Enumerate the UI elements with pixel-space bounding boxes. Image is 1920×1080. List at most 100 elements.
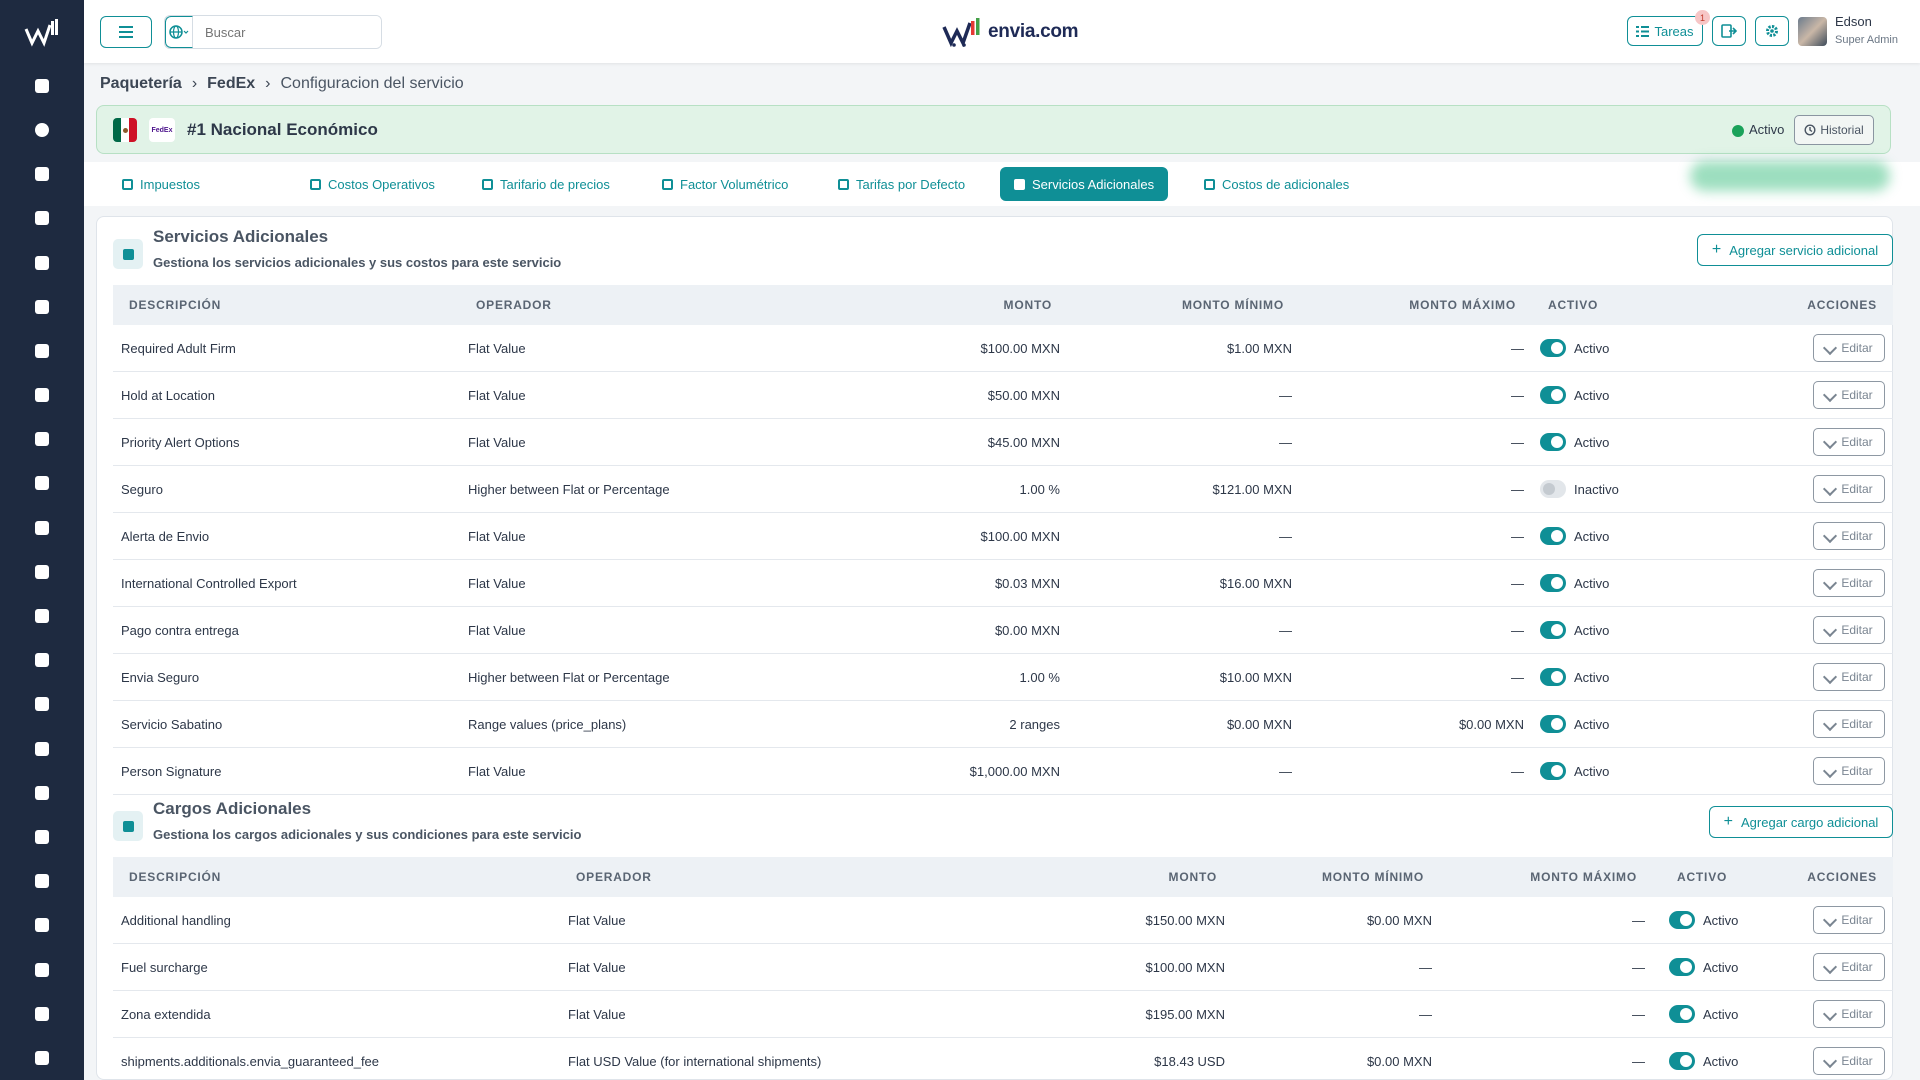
active-label: Inactivo	[1574, 481, 1619, 497]
cell-actions: Editar	[1783, 897, 1893, 944]
sidebar-item[interactable]	[0, 329, 84, 373]
sidebar-item[interactable]	[0, 285, 84, 329]
sidebar-item[interactable]	[0, 152, 84, 196]
cell-max-amount: —	[1511, 528, 1524, 544]
sidebar-item[interactable]	[0, 947, 84, 991]
cell-description: Envia Seguro	[121, 669, 200, 685]
active-toggle[interactable]	[1540, 386, 1566, 404]
tab-impuestos[interactable]: Impuestos	[108, 167, 214, 201]
logout-button[interactable]	[1712, 16, 1746, 46]
edit-button[interactable]: Editar	[1813, 1000, 1885, 1028]
blurred-region	[1690, 161, 1890, 191]
breadcrumb-current: Configuracion del servicio	[280, 75, 464, 92]
brand-logo[interactable]: envia.com	[942, 14, 1079, 50]
tab-servicios-adicionales[interactable]: Servicios Adicionales	[1000, 167, 1169, 201]
cell-operator: Flat USD Value (for international shipme…	[568, 1053, 822, 1069]
edit-button[interactable]: Editar	[1813, 475, 1885, 503]
cell-operator: Higher between Flat or Percentage	[468, 481, 670, 497]
user-name[interactable]: Edson	[1835, 14, 1872, 29]
tab-tarifario[interactable]: Tarifario de precios	[468, 167, 624, 201]
active-toggle[interactable]	[1540, 574, 1566, 592]
sidebar-item[interactable]	[0, 64, 84, 108]
money-icon	[35, 343, 49, 358]
tab-factor-volumetrico[interactable]: Factor Volumétrico	[648, 167, 802, 201]
breadcrumb-fedex[interactable]: FedEx	[207, 75, 255, 93]
mexico-flag-icon	[113, 118, 137, 142]
active-toggle[interactable]	[1540, 480, 1566, 498]
sidebar-item[interactable]	[0, 1036, 84, 1080]
sidebar-item[interactable]	[0, 992, 84, 1036]
edit-button[interactable]: Editar	[1813, 663, 1885, 691]
edit-button[interactable]: Editar	[1813, 569, 1885, 597]
edit-button[interactable]: Editar	[1813, 757, 1885, 785]
active-toggle[interactable]	[1540, 339, 1566, 357]
sidebar-item[interactable]	[0, 196, 84, 240]
sidebar-item[interactable]	[0, 550, 84, 594]
brand-text: envia.com	[988, 21, 1079, 42]
add-service-button[interactable]: + Agregar servicio adicional	[1697, 234, 1893, 266]
pencil-icon	[1823, 912, 1838, 928]
pencil-icon	[1823, 575, 1838, 591]
cell-min-amount: —	[1279, 763, 1292, 779]
sidebar-item[interactable]	[0, 638, 84, 682]
coins-icon	[310, 178, 321, 190]
edit-button[interactable]: Editar	[1813, 953, 1885, 981]
edit-button[interactable]: Editar	[1813, 616, 1885, 644]
tasks-button[interactable]: Tareas	[1627, 16, 1703, 46]
sidebar-item[interactable]	[0, 108, 84, 152]
edit-button[interactable]: Editar	[1813, 1047, 1885, 1075]
active-toggle[interactable]	[1540, 621, 1566, 639]
cell-operator: Flat Value	[568, 1006, 626, 1022]
active-toggle[interactable]	[1669, 1052, 1695, 1070]
cell-description: shipments.additionals.envia_guaranteed_f…	[121, 1053, 380, 1069]
tab-costos-adicionales[interactable]: Costos de adicionales	[1190, 167, 1363, 201]
tab-tarifas-defecto[interactable]: Tarifas por Defecto	[824, 167, 979, 201]
sidebar-item[interactable]	[0, 594, 84, 638]
settings-button[interactable]	[1755, 16, 1789, 46]
history-button[interactable]: Historial	[1794, 115, 1874, 145]
edit-button[interactable]: Editar	[1813, 906, 1885, 934]
avatar[interactable]	[1798, 17, 1827, 46]
cell-amount: $100.00 MXN	[1145, 959, 1226, 975]
table-row: Alerta de Envio Flat Value $100.00 MXN — — Ac…	[113, 513, 1893, 560]
active-toggle[interactable]	[1669, 911, 1695, 929]
edit-button[interactable]: Editar	[1813, 522, 1885, 550]
cell-max-amount: —	[1632, 1006, 1645, 1022]
active-toggle[interactable]	[1540, 433, 1566, 451]
breadcrumb-carriers[interactable]: Paquetería	[100, 75, 182, 93]
active-toggle[interactable]	[1669, 958, 1695, 976]
active-toggle[interactable]	[1669, 1005, 1695, 1023]
sidebar-item[interactable]	[0, 373, 84, 417]
services-section-subtitle: Gestiona los servicios adicionales y sus…	[153, 255, 562, 270]
search-input[interactable]	[193, 16, 381, 48]
globe-dropdown-button[interactable]	[165, 16, 193, 48]
packages-icon	[35, 167, 49, 182]
edit-button[interactable]: Editar	[1813, 428, 1885, 456]
cell-active: Activo	[1653, 991, 1783, 1038]
cell-operator: Flat Value	[468, 622, 526, 638]
sidebar-item[interactable]	[0, 815, 84, 859]
menu-toggle-button[interactable]	[100, 16, 152, 48]
tab-costos-operativos[interactable]: Costos Operativos	[296, 167, 449, 201]
edit-button[interactable]: Editar	[1813, 381, 1885, 409]
active-toggle[interactable]	[1540, 715, 1566, 733]
active-toggle[interactable]	[1540, 527, 1566, 545]
sidebar-item[interactable]	[0, 506, 84, 550]
edit-button[interactable]: Editar	[1813, 710, 1885, 738]
sidebar-item[interactable]	[0, 240, 84, 284]
active-toggle[interactable]	[1540, 762, 1566, 780]
app-logo[interactable]	[0, 0, 84, 64]
add-charge-button[interactable]: + Agregar cargo adicional	[1709, 806, 1893, 838]
active-toggle[interactable]	[1540, 668, 1566, 686]
sidebar-item[interactable]	[0, 727, 84, 771]
sidebar-item[interactable]	[0, 903, 84, 947]
sidebar-item[interactable]	[0, 461, 84, 505]
sidebar-item[interactable]	[0, 859, 84, 903]
sidebar-item[interactable]	[0, 682, 84, 726]
sidebar-item[interactable]	[0, 771, 84, 815]
cell-operator: Flat Value	[468, 763, 526, 779]
truck-icon	[35, 211, 49, 226]
edit-button[interactable]: Editar	[1813, 334, 1885, 362]
sidebar-item[interactable]	[0, 417, 84, 461]
cell-description: Fuel surcharge	[121, 959, 208, 975]
